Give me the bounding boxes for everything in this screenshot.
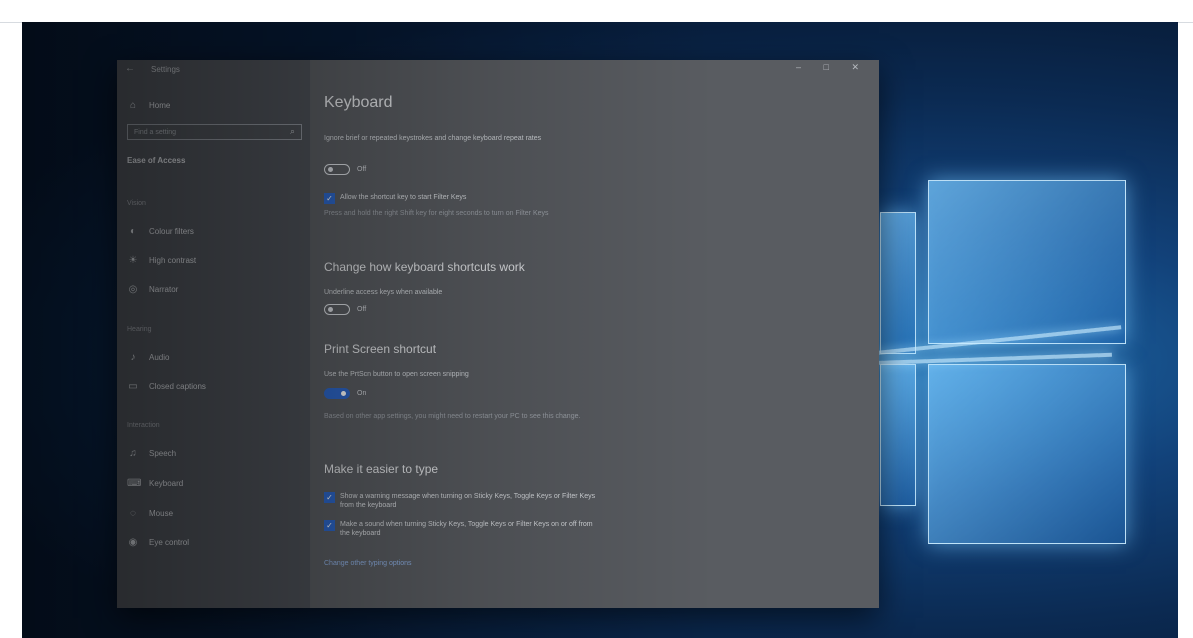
sidebar-item-eye-control[interactable]: ◉ Eye control [127, 537, 189, 548]
sidebar-item-label: Eye control [149, 538, 190, 547]
sidebar-item-keyboard[interactable]: ⌨ Keyboard [127, 478, 183, 489]
warning-message-label: Show a warning message when turning on S… [340, 493, 596, 509]
eye-icon: ◉ [128, 537, 138, 548]
underline-access-description: Underline access keys when available [324, 289, 443, 296]
page-title: Keyboard [324, 94, 393, 111]
color-filter-icon: ◐ [129, 226, 137, 237]
settings-main: – □ ✕ Keyboard Ignore brief or repeated … [310, 60, 879, 608]
print-screen-description: Use the PrtScn button to open screen sni… [324, 371, 469, 378]
print-screen-heading: Print Screen shortcut [324, 342, 437, 356]
back-arrow-icon[interactable]: ← [125, 63, 135, 74]
sidebar-item-narrator[interactable]: ◎ Narrator [127, 284, 179, 295]
home-icon: ⌂ [129, 100, 137, 111]
windows-logo-pane-bottom-right [928, 364, 1126, 544]
sidebar-item-label: Closed captions [149, 382, 206, 391]
toggle-knob [341, 391, 346, 396]
sidebar-item-label: Narrator [149, 285, 179, 294]
sidebar-item-label: Speech [149, 449, 177, 458]
sidebar-item-audio[interactable]: ♪ Audio [127, 352, 170, 363]
sidebar-item-speech[interactable]: ♫ Speech [127, 448, 176, 459]
filter-keys-toggle-label: Off [357, 166, 367, 173]
toggle-knob [328, 167, 333, 172]
sidebar-item-label: High contrast [149, 256, 197, 265]
settings-window: ← Settings ⌂ Home Find a setting ⌕ Ease … [117, 60, 879, 608]
filter-keys-toggle[interactable] [324, 164, 350, 175]
desktop-wallpaper: ← Settings ⌂ Home Find a setting ⌕ Ease … [22, 22, 1178, 638]
underline-access-toggle[interactable] [324, 304, 350, 315]
sidebar-item-label: Colour filters [149, 227, 194, 236]
narrator-icon: ◎ [128, 284, 138, 295]
contrast-icon: ☀ [128, 255, 138, 266]
easier-to-type-heading: Make it easier to type [324, 462, 439, 476]
print-screen-toggle[interactable] [324, 388, 350, 399]
print-screen-hint: Based on other app settings, you might n… [324, 413, 581, 420]
sidebar-item-mouse[interactable]: ◌ Mouse [127, 508, 173, 519]
windows-logo-pane-top-left [880, 212, 916, 354]
microphone-icon: ♫ [129, 448, 137, 459]
sidebar-item-colour-filters[interactable]: ◐ Colour filters [127, 226, 194, 237]
toggle-knob [328, 307, 333, 312]
filter-keys-shortcut-hint: Press and hold the right Shift key for e… [324, 210, 549, 217]
filter-keys-description: Ignore brief or repeated keystrokes and … [324, 135, 542, 142]
keyboard-icon: ⌨ [127, 478, 142, 489]
underline-access-toggle-label: Off [357, 306, 367, 313]
settings-sidebar: ← Settings ⌂ Home Find a setting ⌕ Ease … [117, 60, 310, 608]
filter-keys-shortcut-checkbox[interactable]: ✓ [324, 193, 335, 204]
filter-keys-shortcut-label: Allow the shortcut key to start Filter K… [340, 194, 467, 201]
search-placeholder: Find a setting [134, 128, 177, 136]
top-strip [0, 0, 1193, 23]
sidebar-item-closed-captions[interactable]: ▭ Closed captions [127, 381, 206, 392]
section-interaction: Interaction [127, 422, 160, 429]
sidebar-item-label: Audio [149, 353, 170, 362]
section-vision: Vision [127, 200, 146, 207]
print-screen-toggle-label: On [357, 390, 367, 397]
shortcuts-heading: Change how keyboard shortcuts work [324, 260, 525, 274]
other-typing-options-link[interactable]: Change other typing options [324, 560, 412, 567]
sidebar-item-home[interactable]: ⌂ Home [127, 100, 170, 111]
sound-checkbox[interactable]: ✓ [324, 520, 335, 531]
windows-logo-pane-bottom-left [880, 364, 916, 506]
window-controls[interactable]: – □ ✕ [796, 62, 869, 73]
sidebar-item-label: Mouse [149, 509, 174, 518]
sidebar-item-label: Home [149, 101, 171, 110]
warning-message-checkbox[interactable]: ✓ [324, 492, 335, 503]
sound-label: Make a sound when turning Sticky Keys, T… [340, 521, 593, 537]
windows-logo-pane-top-right [928, 180, 1126, 344]
ease-of-access-heading: Ease of Access [127, 156, 185, 165]
mouse-icon: ◌ [130, 508, 136, 519]
sidebar-item-high-contrast[interactable]: ☀ High contrast [127, 255, 197, 266]
section-hearing: Hearing [127, 326, 152, 333]
audio-icon: ♪ [130, 352, 136, 363]
ease-of-access-title: Ease of Access [127, 156, 186, 165]
captions-icon: ▭ [128, 381, 138, 392]
search-icon: ⌕ [289, 126, 295, 136]
window-title: Settings [151, 65, 180, 74]
search-input[interactable]: Find a setting ⌕ [127, 124, 302, 140]
sidebar-item-label: Keyboard [149, 479, 184, 488]
